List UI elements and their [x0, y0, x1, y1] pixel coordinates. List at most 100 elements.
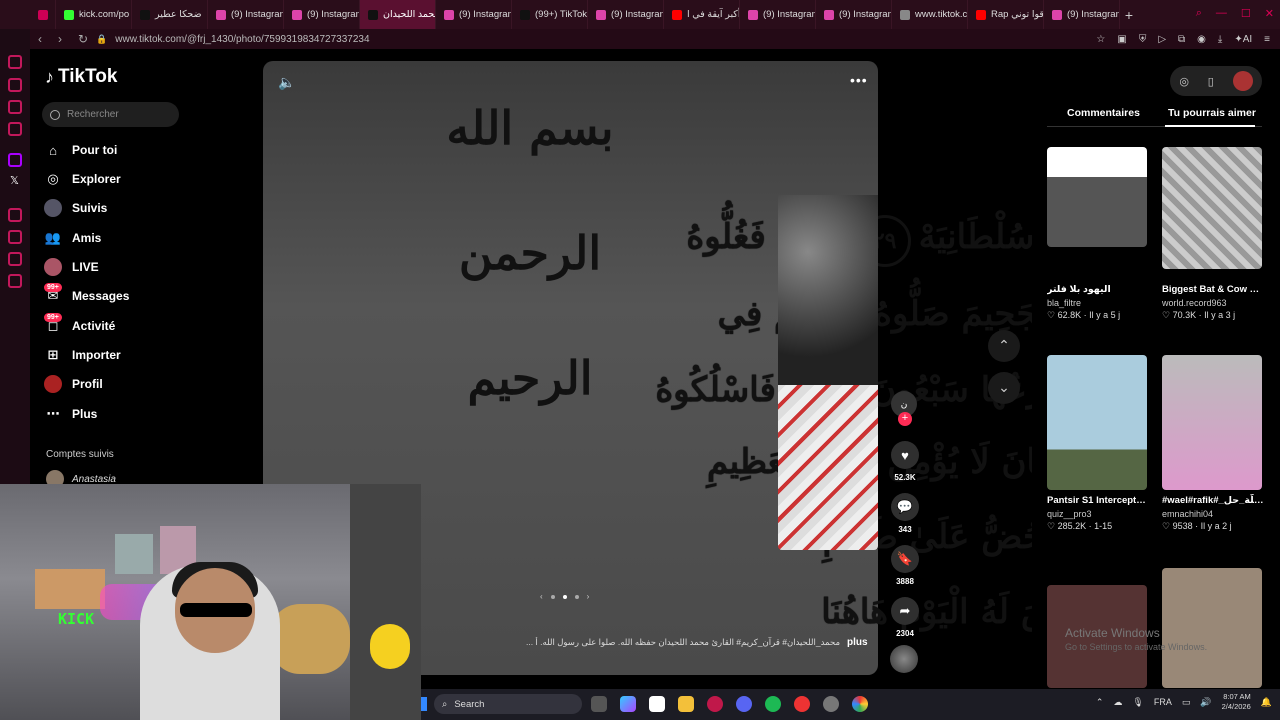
player-icon[interactable] [8, 208, 22, 222]
video-thumbnail[interactable] [1162, 355, 1262, 490]
sidebar-item-messages[interactable]: ✉ 99+ Messages [44, 283, 129, 305]
suggested-video-card[interactable]: Biggest Bat & Cow Parade 😱😱😱... world.rec… [1162, 147, 1264, 321]
opera-icon[interactable] [707, 696, 723, 712]
clock[interactable]: 8:07 AM 2/4/2026 [1222, 692, 1251, 712]
tab[interactable]: Rap اقوا توني [968, 0, 1044, 29]
music-disc-icon[interactable] [890, 645, 918, 673]
comment-button[interactable]: 💬 343 [890, 493, 920, 534]
forward-icon[interactable]: › [58, 32, 62, 46]
sidebar-item-plus[interactable]: ⋯ Plus [44, 405, 98, 423]
twitch-icon[interactable] [8, 153, 22, 167]
url-field[interactable]: www.tiktok.com/@frj_1430/photo/759931983… [115, 34, 369, 45]
share-button[interactable]: ➦ 2304 [890, 597, 920, 638]
tab[interactable]: www.tiktok.c [892, 0, 968, 29]
tab-comments[interactable]: Commentaires [1067, 107, 1140, 119]
menu-icon[interactable]: ≡ [1264, 34, 1270, 45]
settings-icon[interactable] [8, 274, 22, 288]
sidebar-item-amis[interactable]: 👥 Amis [44, 229, 101, 247]
reload-icon[interactable]: ↻ [78, 32, 88, 46]
video-thumbnail[interactable] [1162, 568, 1262, 688]
coin-icon[interactable]: ◎ [1179, 75, 1189, 88]
tab[interactable] [30, 0, 56, 29]
sidebar-item-activit[interactable]: ◻ 99+ Activité [44, 313, 115, 335]
volume-icon[interactable]: 🔊 [1200, 697, 1211, 708]
tab[interactable]: (9) Instagram [816, 0, 892, 29]
sidebar-item-profil[interactable]: Profil [44, 375, 103, 393]
download-icon[interactable]: ⤓ [1218, 34, 1222, 45]
video-thumbnail[interactable] [1162, 147, 1262, 269]
tab[interactable]: (9) Instagram [284, 0, 360, 29]
steam-icon[interactable] [823, 696, 839, 712]
tiktok-logo[interactable]: ♪ TikTok [45, 66, 117, 88]
explorer-icon[interactable] [678, 696, 694, 712]
next-slide-icon[interactable]: › [587, 592, 590, 601]
previous-post-button[interactable]: ⌃ [988, 330, 1020, 362]
mic-icon[interactable]: 🎙 [1132, 697, 1143, 708]
suggested-video-card[interactable]: #wael#rafik#_الشعب الصيني_ملّة_حل 😂... em… [1162, 355, 1264, 532]
cloud-icon[interactable]: ☁ [1113, 697, 1122, 708]
video-title[interactable]: اليهود بلا فلتر [1047, 283, 1149, 296]
discord-icon[interactable] [736, 696, 752, 712]
sound-icon[interactable]: 🔈 [278, 74, 295, 91]
tab[interactable]: (99+) TikTok [512, 0, 588, 29]
network-icon[interactable]: ▭ [1182, 697, 1191, 708]
youtube-icon[interactable] [8, 122, 22, 136]
notification-icon[interactable]: 🔔 [1261, 697, 1272, 708]
next-post-button[interactable]: ⌄ [988, 372, 1020, 404]
taskbar-search[interactable]: ⌕ Search [434, 694, 582, 714]
ai-icon[interactable]: ✦AI [1234, 34, 1252, 45]
slide-dot[interactable] [574, 594, 579, 599]
sidebar-item-live[interactable]: LIVE [44, 258, 99, 276]
extensions-icon[interactable]: ⧉ [1178, 34, 1185, 45]
play-icon[interactable]: ▷ [1158, 34, 1166, 45]
video-author[interactable]: quiz__pro3 [1047, 509, 1149, 519]
search-input[interactable]: Rechercher [42, 102, 179, 127]
suggested-video-card[interactable]: Pantsir S1 Intercepts... quiz__pro3 ♡ 285.… [1047, 355, 1149, 532]
chevron-up-icon[interactable]: ⌃ [1096, 697, 1104, 708]
minimize-icon[interactable]: — [1216, 7, 1227, 20]
x-icon[interactable]: 𝕏 [10, 174, 19, 187]
new-tab-button[interactable]: + [1120, 7, 1138, 23]
sidebar-item-pourtoi[interactable]: ⌂ Pour toi [44, 141, 117, 159]
avatar[interactable] [1232, 71, 1253, 91]
sidebar-item-importer[interactable]: ⊞ Importer [44, 346, 121, 364]
close-icon[interactable]: ✕ [1265, 7, 1274, 20]
store-icon[interactable] [649, 696, 665, 712]
screenshot-icon[interactable]: ▣ [1117, 34, 1126, 45]
follow-button[interactable]: + [898, 412, 912, 426]
shield-icon[interactable]: ⛨ [1139, 34, 1147, 45]
video-title[interactable]: #wael#rafik#_الشعب الصيني_ملّة_حل 😂... [1162, 494, 1264, 507]
caption-more-button[interactable]: plus [847, 637, 868, 648]
chrome-icon[interactable] [852, 696, 868, 712]
start-icon[interactable] [421, 697, 427, 711]
back-icon[interactable]: ‹ [38, 32, 42, 46]
tab[interactable]: (9) Instagram [740, 0, 816, 29]
copilot-icon[interactable] [620, 696, 636, 712]
clock-icon[interactable] [8, 230, 22, 244]
tab[interactable]: أكبر آيقة في ا [664, 0, 740, 29]
slide-dot[interactable] [562, 594, 567, 599]
slide-dot[interactable] [550, 594, 555, 599]
language-indicator[interactable]: FRA [1154, 697, 1172, 707]
tab-suggested[interactable]: Tu pourrais aimer [1168, 107, 1256, 119]
tab[interactable]: kick.com/po [56, 0, 132, 29]
tab[interactable]: (9) Instagram [436, 0, 512, 29]
save-button[interactable]: 🔖 3888 [890, 545, 920, 586]
history-icon[interactable] [8, 55, 22, 69]
maximize-icon[interactable]: ☐ [1241, 7, 1251, 20]
suggested-video-card[interactable]: اليهود بلا فلتر bla_filtre ♡ 62.8K · Il y … [1047, 147, 1149, 321]
app-icon[interactable] [794, 696, 810, 712]
messenger-icon[interactable] [8, 100, 22, 114]
video-title[interactable]: Pantsir S1 Intercepts... [1047, 494, 1149, 507]
bookmark-icon[interactable] [8, 78, 22, 92]
taskview-icon[interactable] [591, 696, 607, 712]
next-slide-preview[interactable] [778, 195, 878, 550]
bookmark-icon[interactable]: ☆ [1096, 34, 1105, 45]
tab[interactable]: القارئ محمد اللحيدان [360, 0, 436, 29]
extension-icon[interactable] [8, 252, 22, 266]
video-thumbnail[interactable] [1047, 147, 1147, 247]
sidebar-item-explorer[interactable]: ◎ Explorer [44, 170, 120, 188]
device-icon[interactable]: ▯ [1208, 75, 1214, 88]
like-button[interactable]: ♥ 52.3K [890, 441, 920, 482]
tab[interactable]: (9) Instagram [588, 0, 664, 29]
